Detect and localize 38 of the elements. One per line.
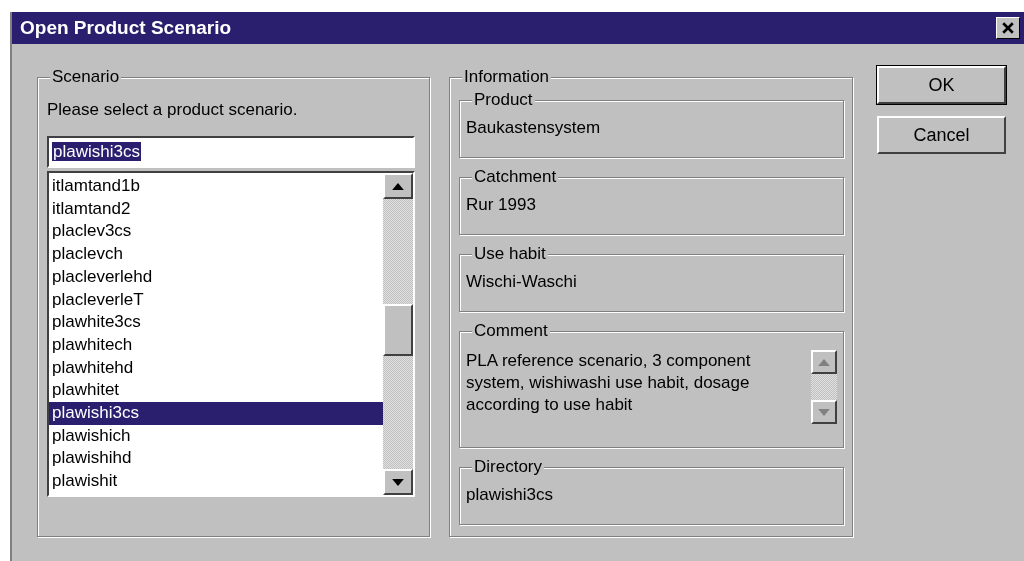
list-item[interactable]: itlamtand1b xyxy=(49,175,383,198)
field-value: plawishi3cs xyxy=(466,484,554,506)
list-item[interactable]: plawishich xyxy=(49,424,383,448)
scrollbar[interactable] xyxy=(383,173,413,495)
cancel-button[interactable]: Cancel xyxy=(877,116,1006,154)
list-item[interactable]: plawhitehd xyxy=(49,356,383,380)
up-arrow-icon xyxy=(392,182,404,190)
scroll-thumb[interactable] xyxy=(383,304,413,356)
list-item[interactable]: placlevch xyxy=(49,243,383,266)
scrollbar[interactable] xyxy=(811,350,837,424)
scroll-down-button[interactable] xyxy=(811,400,837,424)
scenario-field[interactable]: plawishi3cs xyxy=(47,136,415,168)
field-value: PLA reference scenario, 3 component system, wishiwashi use habit, dosage according to use habit xyxy=(466,350,752,416)
down-arrow-icon xyxy=(818,408,830,416)
field-value: Wischi-Waschi xyxy=(466,271,578,293)
close-icon xyxy=(1002,22,1014,34)
list-item[interactable]: plawhitech xyxy=(49,333,383,357)
list-item[interactable]: plawishi3cs xyxy=(49,402,383,425)
list-item[interactable]: plawhitet xyxy=(49,379,383,403)
ok-button[interactable]: OK xyxy=(877,66,1006,104)
field-label: Directory xyxy=(472,457,544,477)
field-value: Baukastensystem xyxy=(466,117,602,139)
list-item[interactable]: itlamtand2 xyxy=(49,197,383,221)
list-item[interactable]: placleverleT xyxy=(49,288,383,312)
scroll-down-button[interactable] xyxy=(383,469,413,495)
close-button[interactable] xyxy=(996,17,1020,39)
list-item[interactable]: plawhite3cs xyxy=(49,311,383,334)
prompt-text: Please select a product scenario. xyxy=(47,100,299,120)
down-arrow-icon xyxy=(392,478,404,486)
list-item[interactable]: plawishit xyxy=(49,470,383,493)
scroll-up-button[interactable] xyxy=(383,173,413,199)
field-value: Rur 1993 xyxy=(466,194,537,216)
window-title: Open Product Scenario xyxy=(20,17,232,39)
list-item[interactable]: placleverlehd xyxy=(49,265,383,289)
list-item[interactable]: placlev3cs xyxy=(49,220,383,244)
up-arrow-icon xyxy=(818,358,830,366)
scroll-up-button[interactable] xyxy=(811,350,837,374)
list-item[interactable]: plawishihd xyxy=(49,447,383,471)
